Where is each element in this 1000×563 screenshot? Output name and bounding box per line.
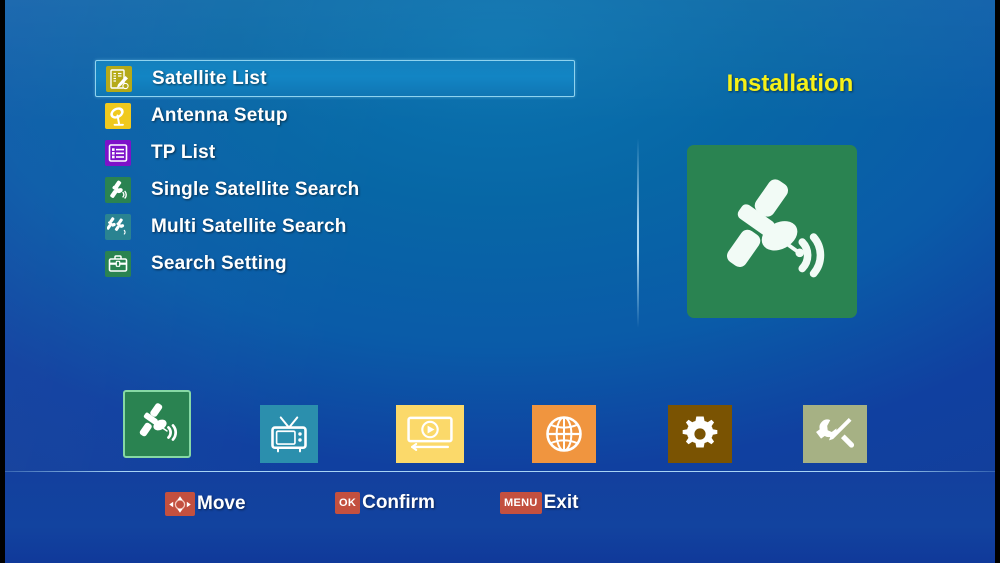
strip-item-installation[interactable] [123, 390, 191, 458]
hint-move[interactable]: Move [165, 492, 246, 516]
menu-item-label: TP List [151, 141, 216, 163]
dpad-icon [165, 492, 195, 516]
tp-list-icon [105, 139, 131, 166]
satellite-dish-icon [139, 403, 178, 441]
tv-icon [271, 416, 307, 453]
hint-label: Move [197, 493, 246, 514]
hint-bar: Move OK Confirm MENU Exit [5, 472, 995, 563]
menu-item-multi-satellite-search[interactable]: Multi Satellite Search [95, 208, 575, 245]
hint-exit[interactable]: MENU Exit [500, 492, 578, 514]
menu-item-label: Search Setting [151, 252, 287, 274]
satellite-list-icon [106, 65, 132, 92]
menu-key-badge: MENU [500, 492, 542, 514]
page-title: Installation [726, 70, 854, 97]
menu-item-single-satellite-search[interactable]: Single Satellite Search [95, 171, 575, 208]
globe-icon [546, 416, 582, 452]
menu-item-tp-list[interactable]: TP List [95, 134, 575, 171]
menu-item-label: Multi Satellite Search [151, 215, 347, 237]
strip-item-tools[interactable] [803, 405, 867, 463]
multi-satellite-icon [105, 213, 131, 240]
menu-item-label: Single Satellite Search [151, 178, 360, 200]
strip-item-network[interactable] [532, 405, 596, 463]
installation-preview-icon [687, 145, 857, 318]
satellite-dish-icon [727, 178, 825, 277]
tv-menu-screen: Satellite List Antenna Setup TP List Sin… [5, 0, 995, 563]
menu-item-antenna-setup[interactable]: Antenna Setup [95, 97, 575, 134]
strip-item-channel[interactable] [260, 405, 318, 463]
strip-item-settings[interactable] [668, 405, 732, 463]
hint-confirm[interactable]: OK Confirm [335, 492, 435, 514]
vertical-divider [637, 138, 639, 328]
media-player-icon [407, 416, 453, 451]
strip-item-media[interactable] [396, 405, 464, 463]
menu-item-label: Antenna Setup [151, 104, 288, 126]
hint-label: Confirm [362, 492, 435, 513]
main-menu-icon-strip [5, 385, 995, 470]
tools-icon [816, 417, 855, 448]
single-satellite-icon [105, 176, 131, 203]
hint-label: Exit [543, 492, 579, 513]
installation-menu-list: Satellite List Antenna Setup TP List Sin… [95, 60, 575, 282]
menu-item-satellite-list[interactable]: Satellite List [95, 60, 575, 97]
antenna-dish-icon [105, 102, 131, 129]
gear-icon [682, 416, 718, 448]
toolbox-icon [105, 250, 131, 277]
menu-item-search-setting[interactable]: Search Setting [95, 245, 575, 282]
menu-item-label: Satellite List [152, 67, 267, 89]
ok-key-badge: OK [335, 492, 361, 514]
